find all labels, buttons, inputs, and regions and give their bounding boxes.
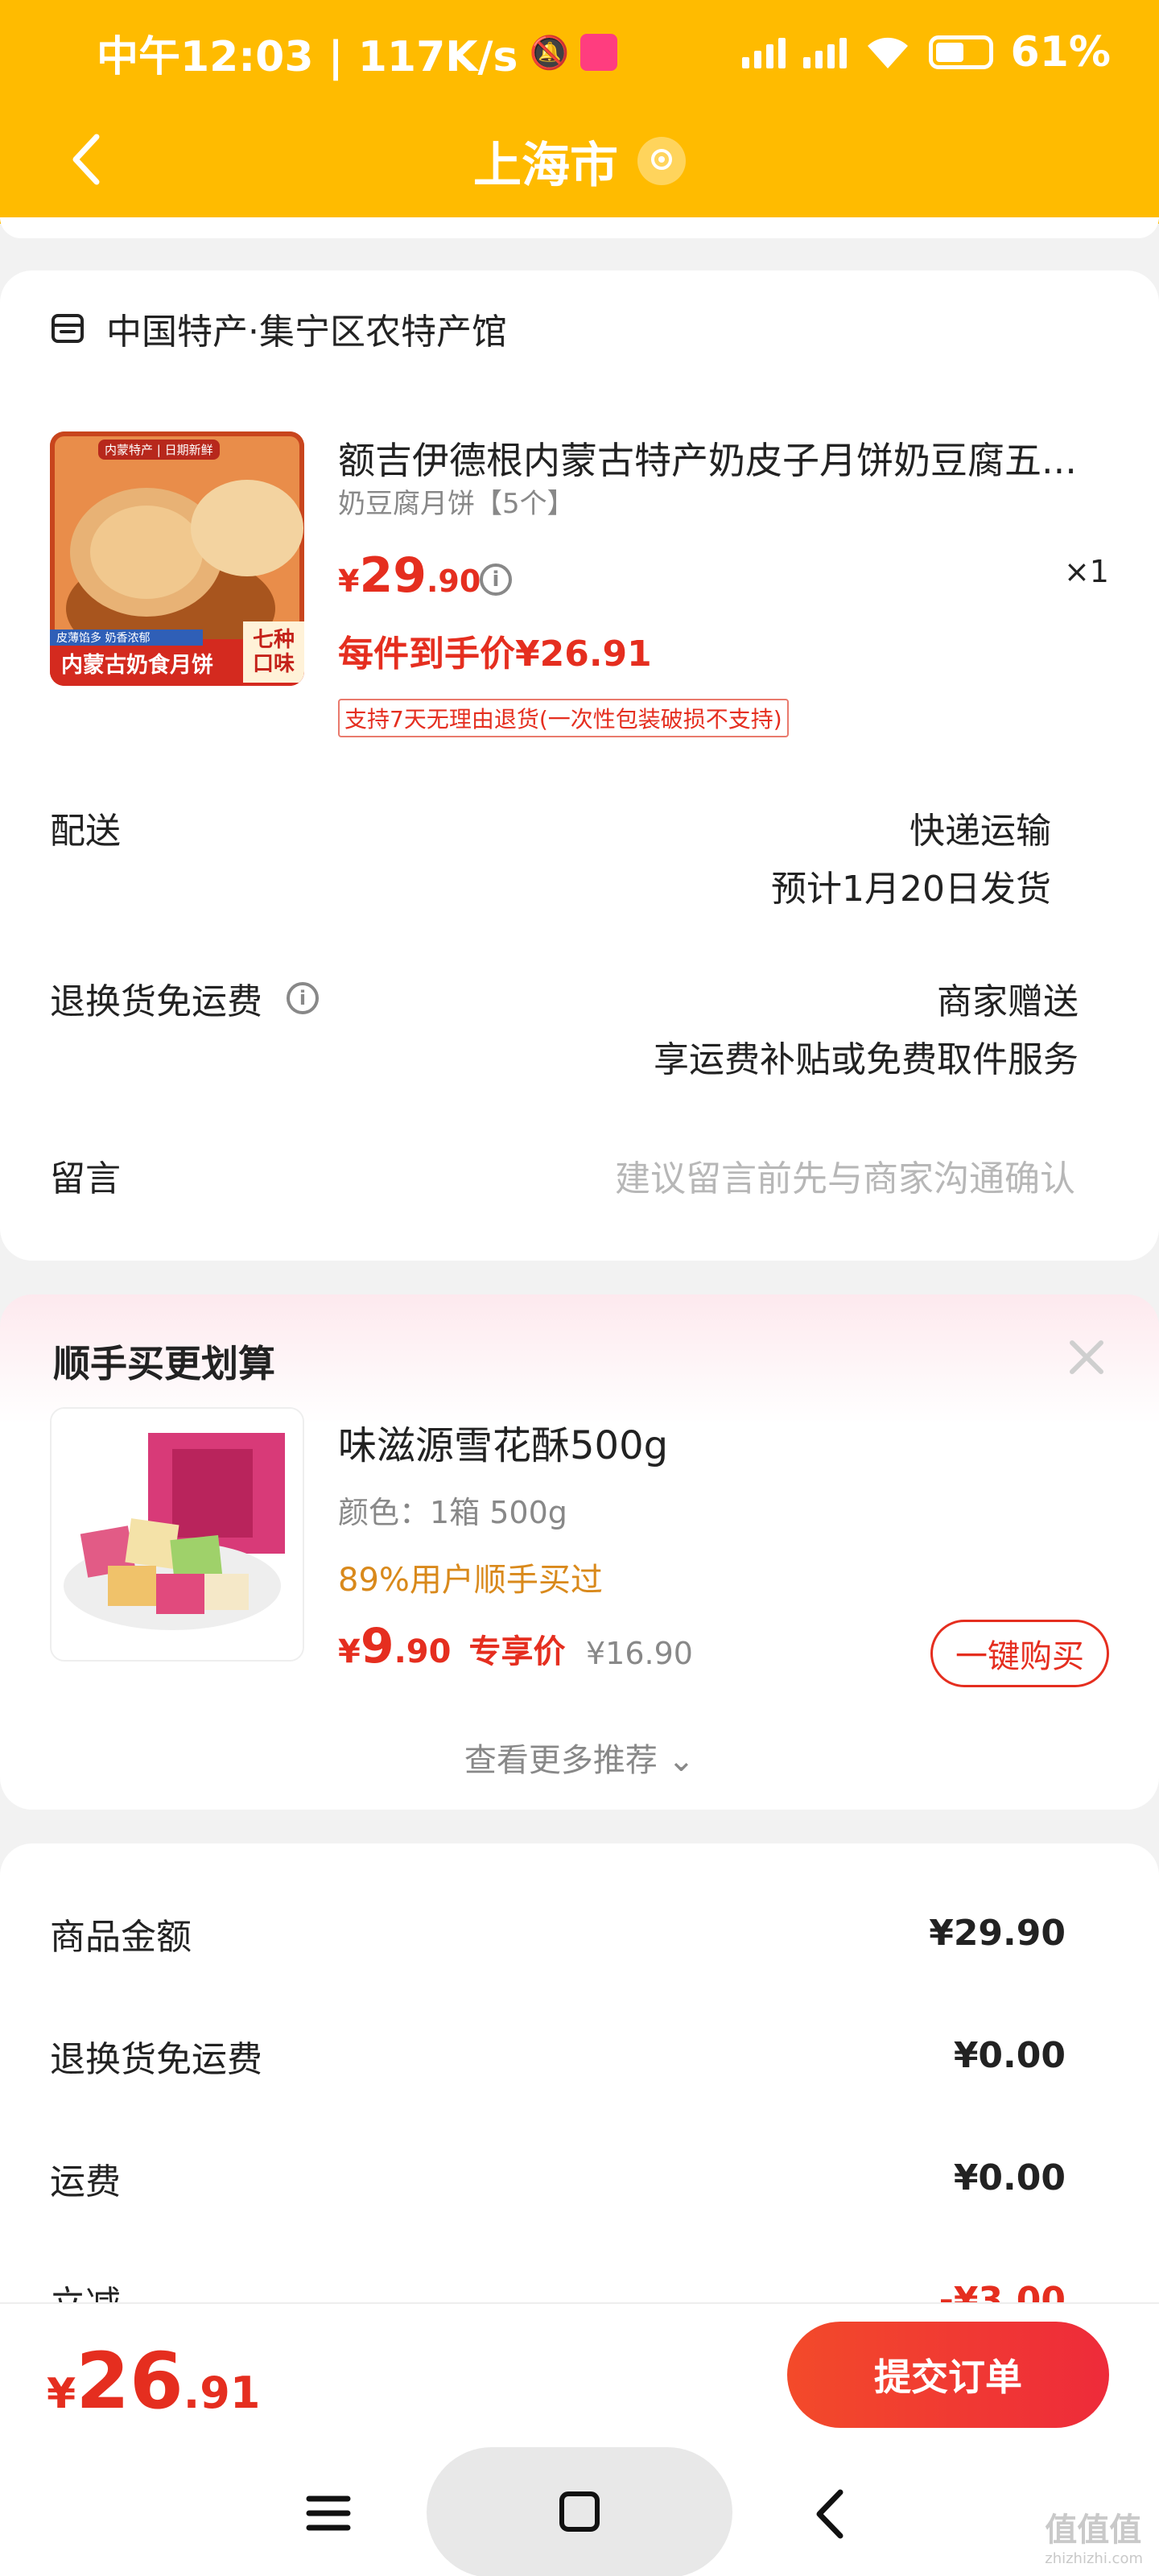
rec-price-tag: 专享价 [468,1633,566,1670]
status-time: 中午12:03 | 117K/s [97,32,518,81]
price-decimal: .90 [426,564,481,599]
battery-level: 61% [1010,28,1111,76]
total-price: ¥ 26 .91 [47,2336,260,2426]
product-image-badge: 七种口味 [252,628,295,676]
see-more-recommend[interactable]: 查看更多推荐 ⌄ [0,1734,1159,1781]
recommend-original-price: ¥16.90 [586,1636,693,1671]
address-card-bottom [0,217,1159,238]
return-fee-provider: 商家赠送 [937,981,1079,1022]
app-badge-icon [580,34,618,71]
return-fee-label: 退换货免运费 [50,981,262,1022]
battery-icon [928,35,993,69]
nav-bar: 上海市 [0,105,1159,217]
product-image[interactable]: 内蒙特产 | 日期新鲜 皮薄馅多 奶香浓郁 内蒙古奶食月饼 七种口味 [50,431,304,686]
top-bar: 中午12:03 | 117K/s 🔕 61% 上海市 [0,0,1159,224]
delivery-eta: 预计1月20日发货 [771,869,1051,910]
product-spec[interactable]: 奶豆腐月饼【5个】 [338,481,575,521]
product-price: ¥ 29 .90 [338,547,481,604]
summary-value: ¥29.90 [929,1913,1066,1954]
product-image-top-label: 内蒙特产 | 日期新鲜 [98,440,220,460]
summary-label: 运费 [50,2161,121,2202]
status-bar: 中午12:03 | 117K/s 🔕 61% [0,0,1159,105]
delivery-method[interactable]: 快递运输 [909,802,1051,853]
checkout-bar: ¥ 26 .91 提交订单 [0,2302,1159,2576]
summary-label: 商品金额 [50,1917,192,1958]
return-fee-info-icon[interactable]: i [287,982,319,1014]
location-icon[interactable] [637,137,686,185]
store-icon [52,314,84,343]
price-currency: ¥ [338,564,360,599]
watermark-url: zhizhizhi.com [1045,2550,1143,2567]
final-price: 每件到手价¥26.91 [338,634,652,675]
summary-value: ¥0.00 [953,2035,1066,2076]
product-image-band: 内蒙古奶食月饼 [61,653,213,678]
store-header[interactable]: 中国特产·集宁区农特产馆 [50,303,507,354]
recommend-card: 顺手买更划算 味滋源雪花酥500g 颜色：1箱 500g 89%用户顺手买过 ¥… [0,1294,1159,1810]
rec-price-currency: ¥ [338,1633,361,1670]
recommend-price: ¥ 9 .90 专享价 [338,1618,565,1674]
store-order-card: 中国特产·集宁区农特产馆 内蒙特产 | 日期新鲜 皮薄馅多 奶香浓郁 内蒙古奶食… [0,270,1159,1261]
return-policy-tag: 支持7天无理由退货(一次性包装破损不支持) [338,699,789,737]
back-arrow-icon[interactable] [56,127,121,192]
mute-icon: 🔕 [529,34,570,72]
price-integer: 29 [359,547,427,604]
delivery-label: 配送 [50,811,121,852]
rec-price-integer: 9 [360,1618,394,1674]
system-nav-bar [0,2441,1159,2576]
product-quantity[interactable]: ×1 [1064,554,1109,589]
watermark-text: 值值值 [1045,2512,1142,2549]
product-image-band-top: 皮薄馅多 奶香浓郁 [56,632,151,645]
signal-icon-2 [802,36,847,68]
return-fee-row: 退换货免运费 i [50,972,319,1024]
system-back-icon[interactable] [806,2486,855,2542]
message-input[interactable]: 建议留言前先与商家沟通确认 [615,1150,1075,1201]
total-decimal: .91 [183,2368,261,2418]
summary-value: ¥0.00 [953,2157,1066,2198]
close-icon[interactable] [1062,1333,1111,1381]
recommend-product-image[interactable] [50,1407,304,1662]
store-name[interactable]: 中国特产·集宁区农特产馆 [106,303,507,354]
wifi-icon [867,37,908,68]
submit-order-button[interactable]: 提交订单 [787,2322,1109,2428]
city-title[interactable]: 上海市 [473,126,618,196]
summary-label: 退换货免运费 [50,2039,262,2080]
one-click-buy-button[interactable]: 一键购买 [930,1620,1109,1687]
signal-icon [741,36,786,68]
recommend-product-attr: 颜色：1箱 500g [338,1495,567,1530]
product-title[interactable]: 额吉伊德根内蒙古特产奶皮子月饼奶豆腐五... [338,431,1087,485]
recommend-title: 顺手买更划算 [53,1342,275,1385]
recommend-product-name[interactable]: 味滋源雪花酥500g [338,1414,668,1470]
menu-icon[interactable] [304,2489,353,2537]
total-integer: 26 [76,2336,184,2426]
rec-price-decimal: .90 [394,1633,452,1670]
message-label: 留言 [50,1158,121,1199]
info-icon[interactable]: i [480,564,512,596]
total-currency: ¥ [47,2370,76,2418]
watermark: 值值值 zhizhizhi.com [1045,2504,1143,2567]
home-icon[interactable] [555,2487,604,2536]
return-fee-desc: 享运费补贴或免费取件服务 [654,1039,1079,1080]
recommend-bought-rate: 89%用户顺手买过 [338,1562,603,1599]
